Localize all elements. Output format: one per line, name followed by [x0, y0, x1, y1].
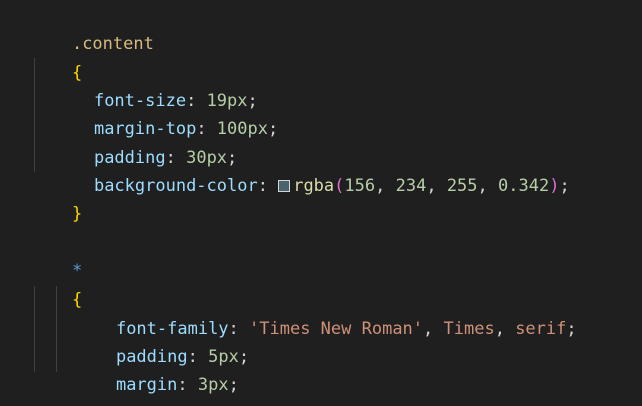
css-function: rgba: [293, 176, 335, 196]
code-line: margin: 3px;: [115, 375, 239, 395]
code-line: padding: 30px;: [93, 148, 238, 168]
close-brace: }: [71, 204, 83, 224]
code-line: background-color: rgba(156, 234, 255, 0.…: [93, 176, 570, 196]
code-line: padding: 5px;: [115, 347, 250, 367]
css-selector: .content: [71, 34, 154, 54]
code-line: {: [31, 258, 82, 310]
code-line: {: [31, 31, 82, 83]
code-line: }: [31, 172, 82, 224]
code-line: .content: [31, 2, 154, 54]
css-value: 'Times New Roman': [249, 319, 424, 339]
code-editor[interactable]: .content { font-size: 19px; margin-top: …: [0, 0, 642, 406]
css-value: serif: [515, 319, 567, 339]
color-swatch-icon[interactable]: [278, 180, 291, 192]
css-value: 3px: [197, 375, 229, 395]
code-line: *: [31, 229, 82, 281]
code-line: margin-top: 100px;: [93, 119, 279, 139]
css-property: background-color: [93, 176, 258, 196]
code-line: }: [31, 372, 82, 406]
css-property: margin: [115, 375, 178, 395]
code-line: font-family: 'Times New Roman', Times, s…: [115, 319, 577, 339]
css-value: Times: [443, 319, 495, 339]
code-line: font-size: 19px;: [93, 91, 258, 111]
